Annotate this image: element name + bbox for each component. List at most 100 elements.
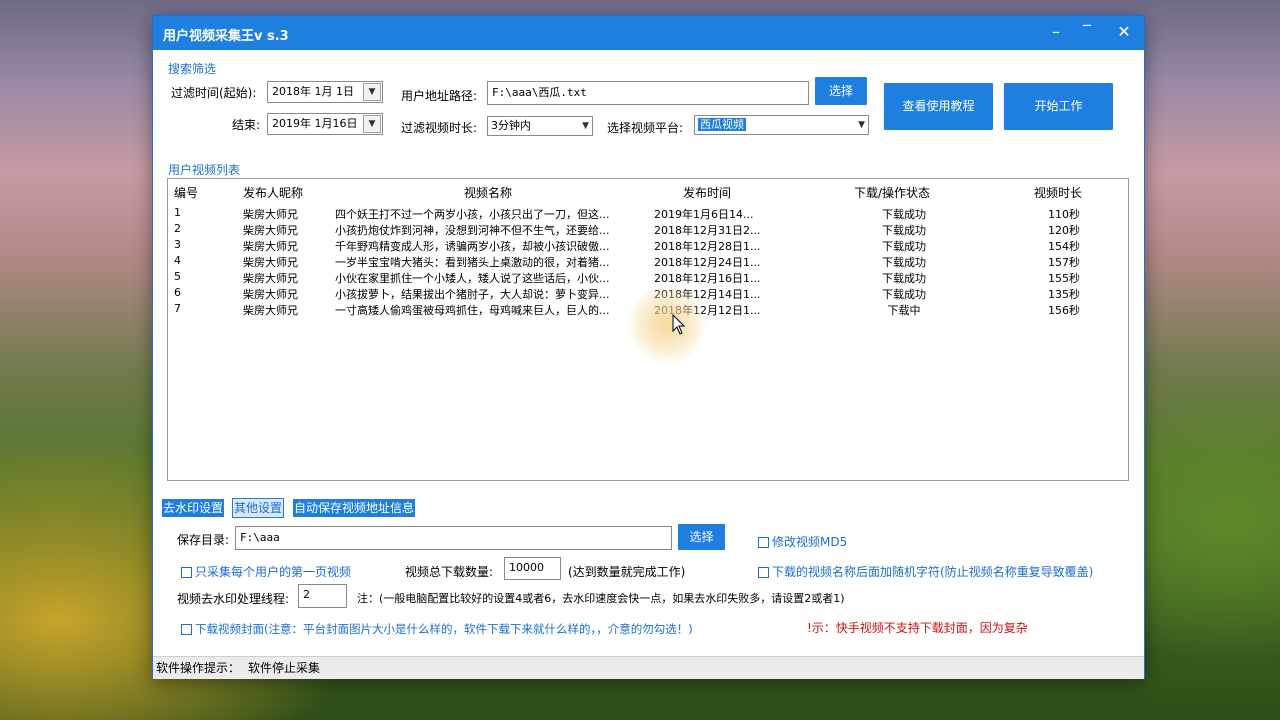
duration-label: 过滤视频时长: [401, 121, 478, 135]
cell-author: 柴房大师兄 [243, 272, 298, 285]
cell-video-name: 一寸高矮人偷鸡蛋被母鸡抓住，母鸡喊来巨人，巨人的... [335, 304, 610, 317]
tab-auto-save[interactable]: 自动保存视频地址信息 [293, 499, 416, 517]
checkbox-icon[interactable] [181, 567, 192, 578]
start-date-value: 2018年 1月 1日 [272, 85, 354, 98]
list-section-label: 用户视频列表 [168, 163, 241, 177]
chevron-down-icon[interactable]: ▼ [363, 83, 381, 101]
start-date-label: 过滤时间(起始): [171, 86, 257, 100]
cell-duration: 156秒 [1048, 304, 1080, 317]
cell-author: 柴房大师兄 [243, 256, 298, 269]
cell-duration: 135秒 [1048, 288, 1080, 301]
title-bar: 用户视频采集王v s.3 – ‾ ✕ [153, 16, 1144, 50]
duration-value: 3分钟内 [491, 119, 531, 132]
cell-video-name: 小伙在家里抓住一个小矮人，矮人说了这些话后，小伙... [335, 272, 610, 285]
warning-text: !示：快手视频不支持下载封面，因为复杂 [807, 621, 1028, 635]
minimize-button[interactable]: – [1039, 16, 1073, 50]
end-date-label: 结束: [232, 118, 261, 132]
cell-status: 下载成功 [882, 208, 926, 221]
path-label: 用户地址路径: [401, 89, 478, 103]
tab-watermark[interactable]: 去水印设置 [162, 499, 225, 517]
cell-publish-time: 2018年12月28日1... [654, 240, 761, 253]
cell-duration: 120秒 [1048, 224, 1080, 237]
cell-publish-time: 2018年12月31日2... [654, 224, 761, 237]
cell-id: 7 [174, 302, 181, 315]
threads-input[interactable]: 2 [298, 584, 347, 608]
cell-author: 柴房大师兄 [243, 208, 298, 221]
cell-status: 下载成功 [882, 240, 926, 253]
threads-label: 视频去水印处理线程: [177, 592, 290, 606]
column-header-id[interactable]: 编号 [174, 184, 198, 201]
cell-author: 柴房大师兄 [243, 288, 298, 301]
cell-status: 下载成功 [882, 288, 926, 301]
total-label: 视频总下载数量: [405, 565, 494, 579]
cell-duration: 154秒 [1048, 240, 1080, 253]
column-header-duration[interactable]: 视频时长 [1034, 184, 1082, 201]
mouse-cursor-icon [672, 314, 686, 335]
cell-author: 柴房大师兄 [243, 304, 298, 317]
first-page-label: 只采集每个用户的第一页视频 [195, 565, 352, 579]
column-header-time[interactable]: 发布时间 [683, 184, 731, 201]
cell-duration: 157秒 [1048, 256, 1080, 269]
path-input[interactable]: F:\aaa\西瓜.txt [487, 81, 809, 105]
cell-duration: 155秒 [1048, 272, 1080, 285]
save-dir-label: 保存目录: [177, 533, 230, 547]
start-date-picker[interactable]: 2018年 1月 1日 ▼ [267, 81, 383, 103]
platform-select[interactable]: 西瓜视频 ▼ [694, 115, 869, 135]
cell-id: 4 [174, 254, 181, 267]
cell-status: 下载成功 [882, 272, 926, 285]
tutorial-button[interactable]: 查看使用教程 [884, 83, 993, 130]
close-button[interactable]: ✕ [1107, 16, 1141, 50]
threads-note: 注：(一般电脑配置比较好的设置4或者6，去水印速度会快一点，如果去水印失败多，请… [357, 592, 845, 605]
cell-id: 1 [174, 206, 181, 219]
cell-video-name: 千年野鸡精变成人形，诱骗两岁小孩，却被小孩识破傲... [335, 240, 610, 253]
random-suffix-option[interactable]: 下载的视频名称后面加随机字符(防止视频名称重复导致覆盖) [758, 563, 1093, 580]
platform-label: 选择视频平台: [607, 121, 684, 135]
status-bar: 软件操作提示： 软件停止采集 [153, 656, 1144, 679]
table-row[interactable]: 1 柴房大师兄 四个妖王打不过一个两岁小孩，小孩只出了一刀，但这... 2019年1月… [168, 206, 1128, 222]
first-page-option[interactable]: 只采集每个用户的第一页视频 [181, 563, 351, 580]
checkbox-icon[interactable] [758, 537, 769, 548]
save-dir-input[interactable]: F:\aaa [235, 526, 672, 550]
column-header-status[interactable]: 下载/操作状态 [854, 184, 930, 201]
cursor-highlight [627, 284, 707, 364]
column-header-author[interactable]: 发布人昵称 [243, 184, 303, 201]
checkbox-icon[interactable] [181, 624, 192, 635]
cell-id: 6 [174, 286, 181, 299]
table-row[interactable]: 4 柴房大师兄 一岁半宝宝啃大猪头：看到猪头上桌激动的很，对着猪... 2018年12… [168, 254, 1128, 270]
search-section-label: 搜索筛选 [168, 62, 217, 76]
total-input[interactable]: 10000 [504, 557, 561, 580]
end-date-picker[interactable]: 2019年 1月16日 ▼ [267, 113, 383, 135]
platform-value: 西瓜视频 [698, 118, 746, 131]
chevron-down-icon: ▼ [582, 121, 589, 131]
column-header-name[interactable]: 视频名称 [464, 184, 512, 201]
table-row[interactable]: 5 柴房大师兄 小伙在家里抓住一个小矮人，矮人说了这些话后，小伙... 2018年12… [168, 270, 1128, 286]
duration-select[interactable]: 3分钟内 ▼ [487, 116, 593, 136]
cell-id: 2 [174, 222, 181, 235]
cell-author: 柴房大师兄 [243, 240, 298, 253]
random-suffix-label: 下载的视频名称后面加随机字符(防止视频名称重复导致覆盖) [772, 565, 1094, 579]
cell-video-name: 一岁半宝宝啃大猪头：看到猪头上桌激动的很，对着猪... [335, 256, 610, 269]
md5-option[interactable]: 修改视频MD5 [758, 533, 847, 550]
cell-id: 5 [174, 270, 181, 283]
cell-duration: 110秒 [1048, 208, 1080, 221]
window-title: 用户视频采集王v s.3 [163, 29, 289, 44]
md5-label: 修改视频MD5 [772, 535, 848, 549]
tab-other-settings[interactable]: 其他设置 [231, 498, 285, 518]
path-select-button[interactable]: 选择 [815, 77, 867, 105]
cover-option[interactable]: 下载视频封面(注意：平台封面图片大小是什么样的，软件下载下来就什么样的，，介意的… [181, 621, 693, 637]
chevron-down-icon[interactable]: ▼ [363, 115, 381, 133]
status-value: 软件停止采集 [248, 661, 321, 675]
end-date-value: 2019年 1月16日 [272, 117, 358, 130]
save-dir-select-button[interactable]: 选择 [678, 524, 725, 550]
start-work-button[interactable]: 开始工作 [1004, 83, 1113, 130]
maximize-button[interactable]: ‾ [1070, 16, 1104, 50]
table-row[interactable]: 2 柴房大师兄 小孩扔炮仗炸到河神，没想到河神不但不生气，还要给... 2018年12… [168, 222, 1128, 238]
cell-id: 3 [174, 238, 181, 251]
cell-author: 柴房大师兄 [243, 224, 298, 237]
cell-video-name: 四个妖王打不过一个两岁小孩，小孩只出了一刀，但这... [335, 208, 610, 221]
table-row[interactable]: 3 柴房大师兄 千年野鸡精变成人形，诱骗两岁小孩，却被小孩识破傲... 2018年12… [168, 238, 1128, 254]
cell-publish-time: 2018年12月24日1... [654, 256, 761, 269]
total-note: (达到数量就完成工作) [568, 565, 686, 579]
checkbox-icon[interactable] [758, 567, 769, 578]
cell-status: 下载成功 [882, 224, 926, 237]
